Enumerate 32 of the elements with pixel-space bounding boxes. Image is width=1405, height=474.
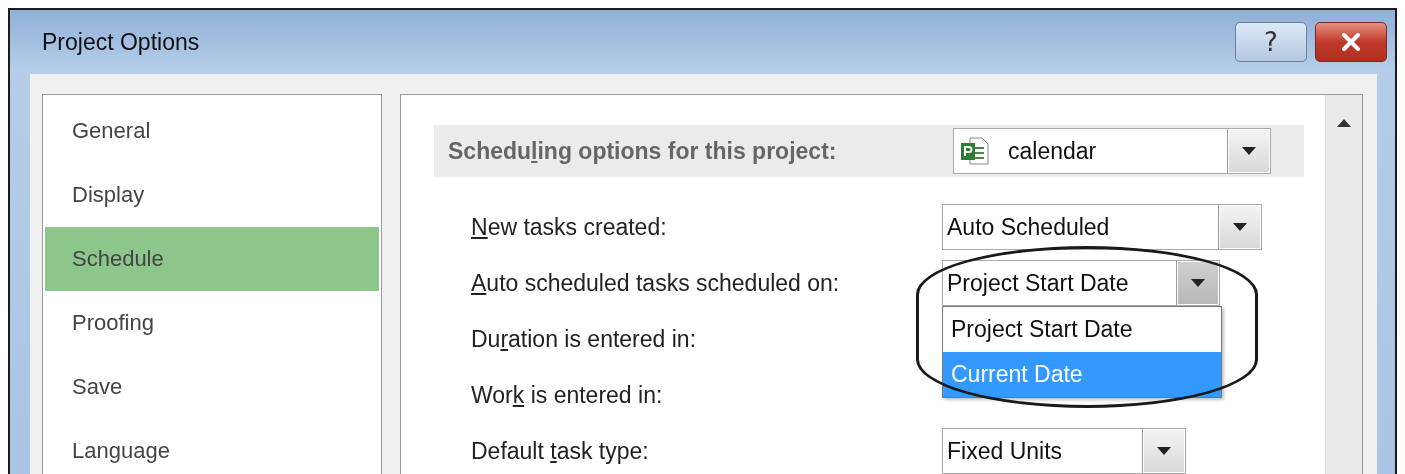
sidebar-item[interactable]: Proofing xyxy=(45,291,379,355)
dropdown-field[interactable]: Auto Scheduled xyxy=(942,204,1262,250)
window-title: Project Options xyxy=(42,28,200,56)
option-label: Default task type: xyxy=(471,437,650,465)
sidebar-item[interactable]: Save xyxy=(45,355,379,419)
scroll-up-icon xyxy=(1337,119,1351,127)
caret-icon xyxy=(1191,279,1205,287)
option-label: New tasks created: xyxy=(471,213,668,241)
dropdown-button[interactable] xyxy=(1142,429,1185,473)
dropdown-option[interactable]: Project Start Date xyxy=(943,307,1221,352)
dropdown-field[interactable]: Fixed Units xyxy=(942,428,1186,474)
dropdown-button[interactable] xyxy=(1218,205,1261,249)
caret-icon xyxy=(1242,147,1256,155)
sidebar-item[interactable]: Language xyxy=(45,419,379,474)
sidebar-item[interactable]: General xyxy=(45,99,379,163)
project-file-icon xyxy=(960,136,990,166)
caret-icon xyxy=(1157,447,1171,455)
dropdown-button[interactable] xyxy=(1227,129,1270,173)
sidebar-item[interactable]: Display xyxy=(45,163,379,227)
dropdown-button[interactable] xyxy=(1176,261,1219,305)
option-label: Duration is entered in: xyxy=(471,325,698,353)
help-button[interactable]: ? xyxy=(1235,22,1307,62)
scrollbar[interactable] xyxy=(1325,95,1362,474)
close-button[interactable] xyxy=(1315,22,1387,62)
caret-icon xyxy=(1233,223,1247,231)
option-label: Auto scheduled tasks scheduled on: xyxy=(471,269,841,297)
close-icon xyxy=(1341,33,1361,51)
dropdown-field[interactable]: Project Start Date xyxy=(942,260,1220,306)
option-label: Work is entered in: xyxy=(471,381,664,409)
project-dropdown[interactable]: calendar xyxy=(953,128,1271,174)
sidebar-item[interactable]: Schedule xyxy=(45,227,379,291)
section-label: Scheduling options for this project: xyxy=(448,137,838,165)
